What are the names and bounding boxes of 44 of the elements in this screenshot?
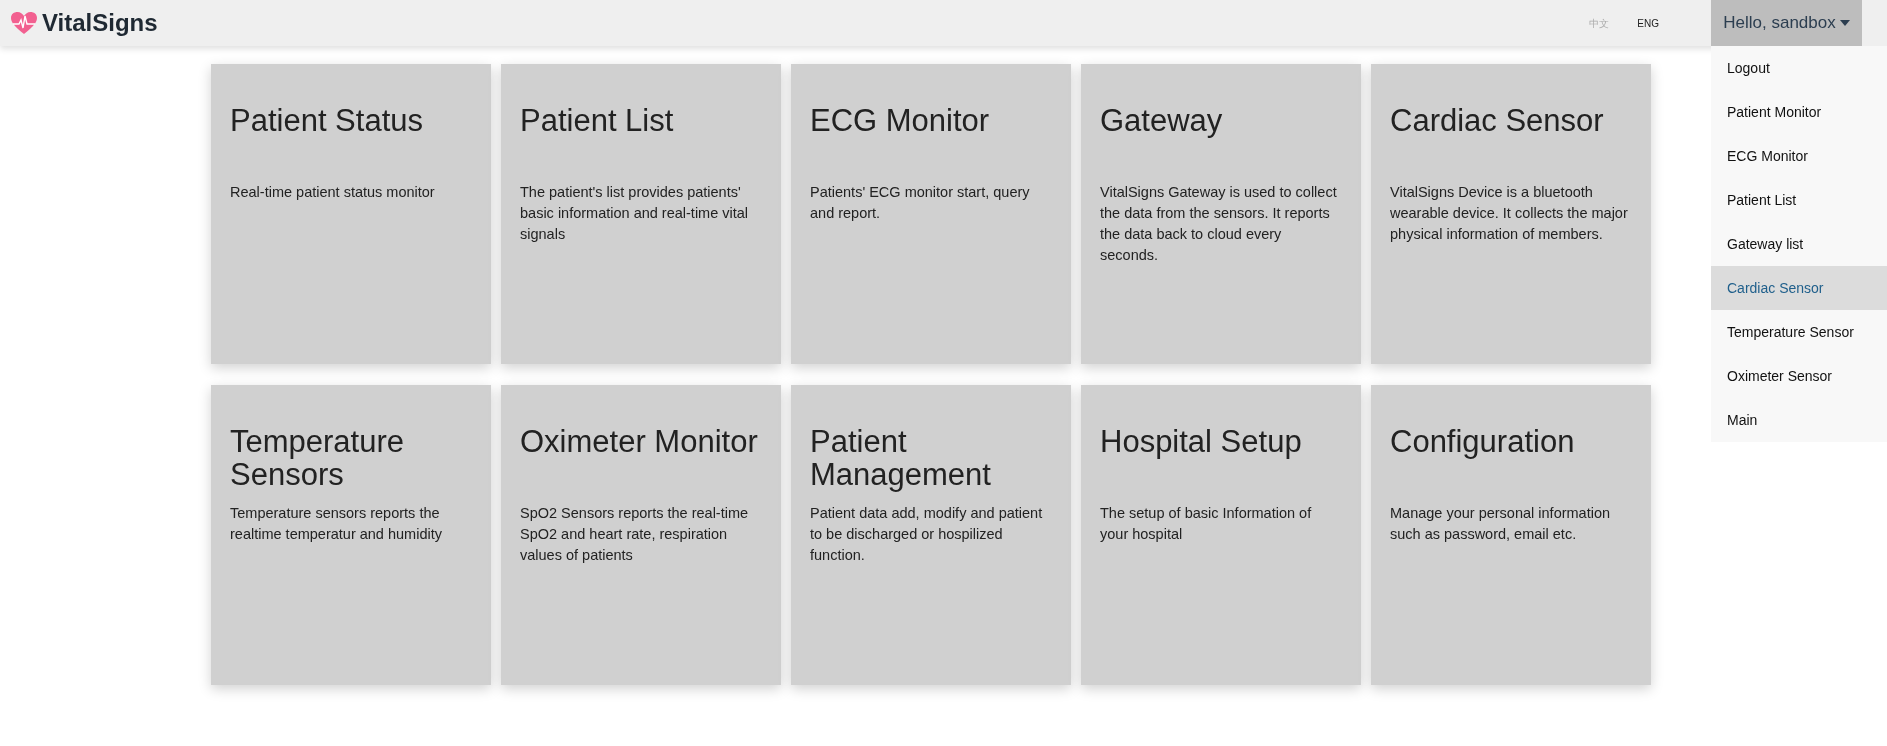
feature-card[interactable]: Patient Management Patient data add, modify and patient to be discharged or hospilized function. (791, 385, 1071, 685)
heart-pulse-icon (10, 11, 38, 35)
feature-card[interactable]: Configuration Manage your personal information such as password, email etc. (1371, 385, 1651, 685)
card-title: ECG Monitor (810, 104, 991, 140)
card-description: VitalSigns Device is a bluetooth wearable device. It collects the major physical information of members. (1390, 183, 1629, 244)
feature-card[interactable]: Patient List The patient's list provides patients' basic information and real-time vital signals (501, 64, 781, 364)
menu-item[interactable]: Oximeter Sensor (1711, 354, 1887, 398)
menu-item[interactable]: ECG Monitor (1711, 134, 1887, 178)
card-description: Patients' ECG monitor start, query and report. (810, 183, 1031, 223)
feature-card[interactable]: Cardiac Sensor VitalSigns Device is a bluetooth wearable device. It collects the major physical information of members. (1371, 64, 1651, 364)
feature-card[interactable]: Temperature Sensors Temperature sensors reports the realtime temperatur and humidity (211, 385, 491, 685)
card-title: Patient List (520, 104, 675, 140)
caret-icon (1839, 20, 1850, 26)
card-title: Patient Management (810, 425, 992, 491)
menu-item[interactable]: Temperature Sensor (1711, 310, 1887, 354)
menu-item[interactable]: Patient List (1711, 178, 1887, 222)
card-title: Oximeter Monitor (520, 425, 759, 461)
card-description: Temperature sensors reports the realtime temperatur and humidity (230, 504, 443, 544)
feature-card[interactable]: Gateway VitalSigns Gateway is used to collect the data from the sensors. It reports the data back to cloud every seconds. (1081, 64, 1361, 364)
card-description: Real-time patient status monitor (230, 183, 436, 202)
card-title: Hospital Setup (1100, 425, 1303, 461)
menu-item[interactable]: Main (1711, 398, 1887, 442)
feature-card[interactable]: Oximeter Monitor SpO2 Sensors reports the real-time SpO2 and heart rate, respiration values of patients (501, 385, 781, 685)
card-description: Patient data add, modify and patient to be discharged or hospilized function. (810, 504, 1044, 565)
feature-card[interactable]: Patient Status Real-time patient status monitor (211, 64, 491, 364)
card-title: Patient Status (230, 104, 424, 140)
card-description: The patient's list provides patients' basic information and real-time vital signals (520, 183, 750, 244)
card-description: The setup of basic Information of your hospital (1100, 504, 1313, 544)
feature-card[interactable]: ECG Monitor Patients' ECG monitor start, query and report. (791, 64, 1071, 364)
card-title: Gateway (1100, 104, 1224, 140)
feature-card[interactable]: Hospital Setup The setup of basic Information of your hospital (1081, 385, 1361, 685)
card-description: VitalSigns Gateway is used to collect the data from the sensors. It reports the data back to cloud every seconds. (1100, 183, 1338, 265)
card-title: Temperature Sensors (230, 425, 406, 491)
card-description: Manage your personal information such as password, email etc. (1390, 504, 1612, 544)
menu-item[interactable]: Patient Monitor (1711, 90, 1887, 134)
menu-item[interactable]: Cardiac Sensor (1711, 266, 1887, 310)
menu-item[interactable]: Gateway list (1711, 222, 1887, 266)
user-menu-button[interactable]: Hello, sandbox (1711, 0, 1862, 46)
card-title: Cardiac Sensor (1390, 104, 1605, 140)
brand-name[interactable]: VitalSigns (42, 5, 158, 41)
menu-item[interactable]: Logout (1711, 46, 1887, 90)
card-description: SpO2 Sensors reports the real-time SpO2 and heart rate, respiration values of patients (520, 504, 750, 565)
language-link[interactable]: ENG (1637, 15, 1659, 31)
card-title: Configuration (1390, 425, 1576, 461)
